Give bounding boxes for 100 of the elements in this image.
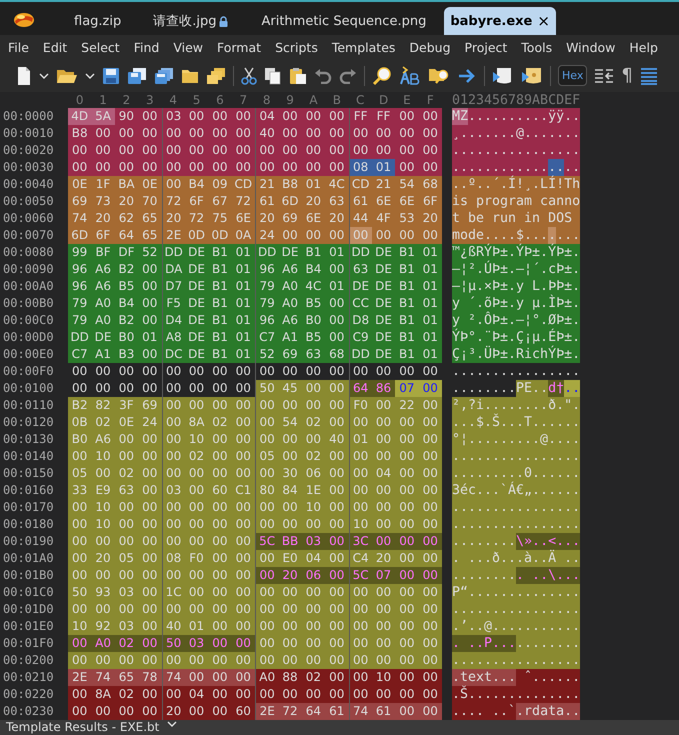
hex-byte: 62 — [114, 210, 138, 228]
caret-icon[interactable] — [85, 72, 95, 80]
redo-icon[interactable] — [339, 68, 357, 84]
hex-byte: 00 — [374, 363, 392, 380]
hex-byte: 00 — [325, 601, 348, 618]
hex-byte: C7 — [255, 329, 278, 346]
menu-item[interactable]: Tools — [521, 40, 552, 55]
menu-item[interactable]: Format — [217, 40, 262, 55]
hex-byte: 00 — [91, 601, 115, 618]
save-as-icon[interactable] — [127, 66, 147, 85]
hex-byte: 54 — [395, 176, 419, 194]
hex-byte: 00 — [278, 142, 302, 160]
hex-byte: 69 — [278, 346, 302, 364]
hex-byte: 1C — [162, 584, 185, 602]
folder-icon[interactable] — [181, 68, 199, 84]
hex-byte: 10 — [372, 669, 396, 686]
scroll-icon[interactable] — [492, 66, 514, 86]
hex-byte: CD — [232, 176, 255, 194]
caret-icon[interactable] — [39, 72, 49, 80]
hex-byte: 96 — [255, 312, 278, 330]
hex-byte: 00 — [91, 465, 115, 482]
menu-item[interactable]: Help — [629, 40, 658, 55]
hex-byte: 50 — [162, 635, 185, 652]
hex-byte: 00 — [208, 669, 232, 686]
hex-byte: 00 — [208, 584, 232, 602]
hex-byte: B1 — [208, 312, 232, 330]
row-address: 00:01F0 — [2, 635, 55, 652]
menu-item[interactable]: Select — [81, 40, 120, 55]
menu-item[interactable]: Project — [464, 40, 508, 55]
cut-icon[interactable] — [241, 66, 257, 85]
hex-byte: 00 — [278, 227, 302, 244]
hex-byte: B1 — [208, 329, 232, 346]
hex-byte: 00 — [208, 159, 232, 176]
hex-byte: B2 — [114, 312, 138, 330]
menu-item[interactable]: Edit — [42, 40, 68, 55]
hex-byte: 00 — [325, 125, 348, 142]
hex-byte: 00 — [302, 635, 326, 652]
row-address: 00:0200 — [2, 652, 55, 670]
caret-icon[interactable] — [167, 720, 178, 728]
file-tab[interactable]: babyre.exe × — [444, 7, 556, 36]
hex-byte: B1 — [395, 312, 419, 330]
hex-byte: 00 — [325, 261, 348, 278]
columns-icon[interactable] — [594, 66, 614, 85]
hex-byte: 63 — [348, 261, 372, 278]
hex-byte: 10 — [91, 499, 115, 516]
menu-item[interactable]: Find — [134, 40, 160, 55]
hex-byte: B4 — [114, 295, 138, 312]
hex-byte: 00 — [138, 431, 162, 448]
file-tab[interactable]: Arithmetic Sequence.png — [247, 7, 440, 36]
copy-icon[interactable] — [264, 66, 282, 85]
menu-item[interactable]: File — [8, 40, 29, 55]
hex-byte: 21 — [255, 176, 278, 194]
hex-toggle[interactable]: Hex — [558, 65, 588, 86]
hex-byte: 00 — [68, 601, 92, 618]
menu-item[interactable]: Templates — [332, 40, 396, 55]
arrow-right-icon[interactable] — [457, 68, 477, 84]
folders-icon[interactable] — [206, 66, 226, 85]
hex-byte: 00 — [208, 618, 232, 636]
hex-byte: 00 — [302, 125, 326, 142]
script-scroll-icon[interactable] — [521, 66, 543, 86]
pilcrow-button[interactable]: ¶ — [621, 65, 633, 86]
save-icon[interactable] — [102, 66, 120, 85]
hex-byte: 72 — [162, 193, 185, 210]
hex-byte: 00 — [348, 584, 372, 602]
ascii-text: ¸.......@....... — [452, 125, 580, 142]
hex-byte: 40 — [162, 618, 185, 636]
hex-byte: 84 — [278, 482, 302, 500]
file-tab[interactable]: flag.zip — [60, 7, 136, 36]
hex-byte: 01 — [232, 329, 255, 346]
menu-item[interactable]: Debug — [409, 40, 451, 55]
hex-byte: A0 — [278, 278, 302, 296]
hex-byte: 00 — [232, 635, 255, 652]
hex-byte: 00 — [325, 142, 348, 160]
hex-byte: 00 — [184, 482, 208, 500]
search-icon[interactable] — [372, 66, 392, 86]
menu-item[interactable]: Window — [566, 40, 616, 55]
row-address: 00:00F0 — [2, 363, 55, 380]
hex-byte: 01 — [418, 261, 442, 278]
menu-item[interactable]: View — [173, 40, 203, 55]
hex-byte: 00 — [138, 108, 162, 126]
hex-byte: 00 — [208, 125, 232, 142]
hex-byte: 01 — [372, 159, 396, 176]
row-address: 00:01B0 — [2, 567, 55, 584]
hex-byte: 00 — [255, 499, 278, 516]
save-all-icon[interactable] — [154, 66, 174, 85]
ascii-text: ...$.Š...T...... — [452, 414, 580, 432]
hex-byte: 00 — [302, 108, 326, 126]
hex-byte: 01 — [232, 244, 255, 262]
menu-item[interactable]: Scripts — [275, 40, 318, 55]
paste-icon[interactable] — [289, 66, 307, 85]
file-tab[interactable]: 请查收.jpg — [139, 7, 244, 36]
lines-icon[interactable] — [640, 66, 658, 85]
hex-byte: B5 — [302, 329, 326, 346]
ascii-text: . — [548, 227, 556, 244]
close-button[interactable]: × — [537, 12, 550, 30]
new-file-icon[interactable] — [16, 66, 32, 86]
replace-icon[interactable] — [399, 66, 421, 86]
undo-icon[interactable] — [314, 68, 332, 84]
column-header: E — [402, 93, 412, 108]
hex-byte: 00 — [71, 363, 88, 380]
